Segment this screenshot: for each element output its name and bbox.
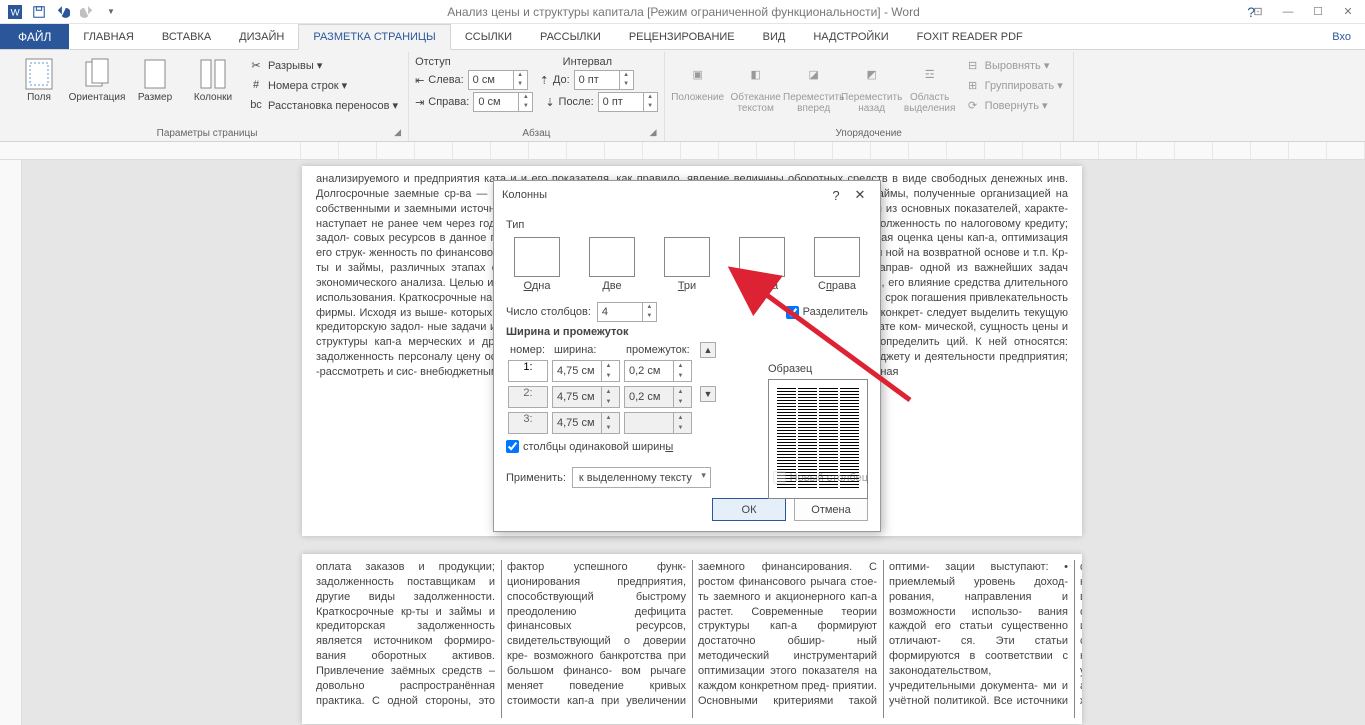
save-icon[interactable] bbox=[28, 1, 50, 23]
window-controls: ⊡ — ☐ ✕ bbox=[1245, 2, 1361, 22]
ribbon: Поля Ориентация Размер Колонки ✂Разрывы … bbox=[0, 50, 1365, 142]
breaks-button[interactable]: ✂Разрывы ▾ bbox=[244, 56, 402, 74]
width-3-input: ▲▼ bbox=[552, 412, 620, 434]
gap-2-input: ▲▼ bbox=[624, 386, 692, 408]
minimize-icon[interactable]: — bbox=[1275, 2, 1301, 22]
hyphenation-button[interactable]: bcРасстановка переносов ▾ bbox=[244, 96, 402, 114]
equal-width-checkbox[interactable]: столбцы одинаковой ширины bbox=[506, 440, 673, 453]
num-columns-input[interactable]: ▲▼ bbox=[597, 302, 657, 322]
preset-right[interactable]: Справа bbox=[806, 237, 868, 292]
tab-page-layout[interactable]: РАЗМЕТКА СТРАНИЦЫ bbox=[298, 24, 450, 50]
undo-icon[interactable] bbox=[52, 1, 74, 23]
orientation-button[interactable]: Ориентация bbox=[70, 56, 124, 105]
dialog-close-icon[interactable]: ✕ bbox=[848, 187, 872, 203]
apply-to-select[interactable]: к выделенному тексту bbox=[572, 467, 711, 488]
align-button[interactable]: ⊟Выровнять ▾ bbox=[961, 56, 1067, 74]
space-after-input[interactable]: ▲▼ bbox=[598, 92, 658, 112]
size-button[interactable]: Размер bbox=[128, 56, 182, 105]
gap-1-input[interactable]: ▲▼ bbox=[624, 360, 692, 382]
paragraph-launcher-icon[interactable]: ◢ bbox=[650, 127, 662, 139]
space-before-icon: ⇡ bbox=[540, 74, 549, 87]
tab-insert[interactable]: ВСТАВКА bbox=[148, 24, 225, 49]
vertical-ruler[interactable] bbox=[0, 160, 22, 725]
scroll-down-icon[interactable]: ▼ bbox=[700, 386, 716, 402]
dialog-title: Колонны bbox=[502, 189, 547, 201]
tab-foxit[interactable]: FOXIT READER PDF bbox=[903, 24, 1037, 49]
group-page-setup: Поля Ориентация Размер Колонки ✂Разрывы … bbox=[6, 52, 409, 141]
horizontal-ruler[interactable] bbox=[0, 142, 1365, 160]
wrap-text-button[interactable]: ◧Обтекание текстом bbox=[729, 56, 783, 116]
space-before-input[interactable]: ▲▼ bbox=[574, 70, 634, 90]
ribbon-tabs: ФАЙЛ ГЛАВНАЯ ВСТАВКА ДИЗАЙН РАЗМЕТКА СТР… bbox=[0, 24, 1365, 50]
space-after-icon: ⇣ bbox=[545, 96, 554, 109]
preset-two[interactable]: Две bbox=[581, 237, 643, 292]
title-bar: W ▼ Анализ цены и структуры капитала [Ре… bbox=[0, 0, 1365, 24]
tab-view[interactable]: ВИД bbox=[749, 24, 800, 49]
selection-pane-button[interactable]: ☲Область выделения bbox=[903, 56, 957, 116]
indent-right-input[interactable]: ▲▼ bbox=[473, 92, 533, 112]
gap-3-input: ▲▼ bbox=[624, 412, 692, 434]
indent-left-input[interactable]: ▲▼ bbox=[468, 70, 528, 90]
width-2-input: ▲▼ bbox=[552, 386, 620, 408]
redo-icon[interactable] bbox=[76, 1, 98, 23]
scroll-up-icon[interactable]: ▲ bbox=[700, 342, 716, 358]
dialog-help-icon[interactable]: ? bbox=[824, 188, 848, 203]
page-2[interactable]: оплата заказов и продукции; задолженност… bbox=[302, 554, 1082, 724]
preset-one[interactable]: Одна bbox=[506, 237, 568, 292]
ok-button[interactable]: ОК bbox=[712, 498, 786, 521]
window-title: Анализ цены и структуры капитала [Режим … bbox=[122, 5, 1245, 19]
group-paragraph: Отступ Интервал ⇤Слева: ▲▼ ⇡До: ▲▼ ⇥Спра… bbox=[409, 52, 665, 141]
line-numbers-button[interactable]: #Номера строк ▾ bbox=[244, 76, 402, 94]
quick-access-toolbar: W ▼ bbox=[4, 1, 122, 23]
indent-left-icon: ⇤ bbox=[415, 74, 424, 87]
tab-references[interactable]: ССЫЛКИ bbox=[451, 24, 526, 49]
table-row: 2: ▲▼ ▲▼ bbox=[506, 384, 694, 410]
separator-checkbox[interactable]: Разделитель bbox=[786, 306, 868, 319]
table-row: 3: ▲▼ ▲▼ bbox=[506, 410, 694, 436]
sign-in[interactable]: Вхо bbox=[1332, 24, 1365, 49]
tab-review[interactable]: РЕЦЕНЗИРОВАНИЕ bbox=[615, 24, 749, 49]
word-icon: W bbox=[4, 1, 26, 23]
table-row: 1: ▲▼ ▲▼ bbox=[506, 358, 694, 384]
tab-mailings[interactable]: РАССЫЛКИ bbox=[526, 24, 615, 49]
margins-button[interactable]: Поля bbox=[12, 56, 66, 105]
type-presets: Одна Две Три Слева Справа bbox=[506, 237, 868, 292]
maximize-icon[interactable]: ☐ bbox=[1305, 2, 1331, 22]
type-label: Тип bbox=[506, 219, 868, 231]
group-arrange: ▣Положение ◧Обтекание текстом ◪Перемести… bbox=[665, 52, 1074, 141]
apply-to-label: Применить: bbox=[506, 472, 566, 484]
close-icon[interactable]: ✕ bbox=[1335, 2, 1361, 22]
preset-three[interactable]: Три bbox=[656, 237, 718, 292]
help-icon[interactable]: ? bbox=[1247, 4, 1255, 20]
num-columns-label: Число столбцов: bbox=[506, 306, 591, 318]
tab-home[interactable]: ГЛАВНАЯ bbox=[69, 24, 147, 49]
page-setup-launcher-icon[interactable]: ◢ bbox=[394, 127, 406, 139]
send-backward-button[interactable]: ◩Переместить назад bbox=[845, 56, 899, 116]
svg-text:W: W bbox=[11, 7, 21, 18]
position-button[interactable]: ▣Положение bbox=[671, 56, 725, 105]
cancel-button[interactable]: Отмена bbox=[794, 498, 868, 521]
preset-left[interactable]: Слева bbox=[731, 237, 793, 292]
qat-customize-icon[interactable]: ▼ bbox=[100, 1, 122, 23]
bring-forward-button[interactable]: ◪Переместить вперед bbox=[787, 56, 841, 116]
width-1-input[interactable]: ▲▼ bbox=[552, 360, 620, 382]
tab-file[interactable]: ФАЙЛ bbox=[0, 24, 69, 49]
width-gap-label: Ширина и промежуток bbox=[506, 326, 868, 338]
tab-addins[interactable]: НАДСТРОЙКИ bbox=[799, 24, 902, 49]
group-button[interactable]: ⊞Группировать ▾ bbox=[961, 76, 1067, 94]
new-column-checkbox: Новый столбец bbox=[773, 471, 868, 484]
tab-design[interactable]: ДИЗАЙН bbox=[225, 24, 298, 49]
width-gap-table: номер:ширина:промежуток: 1: ▲▼ ▲▼ 2: ▲▼ … bbox=[506, 342, 694, 436]
indent-right-icon: ⇥ bbox=[415, 96, 424, 109]
rotate-button[interactable]: ⟳Повернуть ▾ bbox=[961, 96, 1067, 114]
columns-dialog: Колонны ? ✕ Тип Одна Две Три Слева Справ… bbox=[493, 180, 881, 532]
columns-button[interactable]: Колонки bbox=[186, 56, 240, 105]
